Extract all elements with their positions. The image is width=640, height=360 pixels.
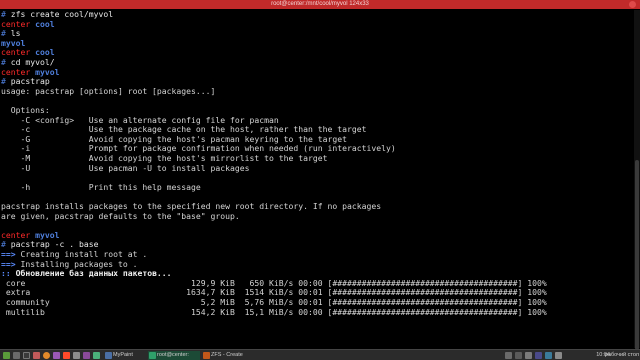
app-launcher-icon[interactable] [53, 352, 60, 359]
output-text: multilib 154,2 KiB 15,1 MiB/s 00:00 [###… [1, 306, 547, 317]
terminal-line: are given, pacstrap defaults to the "bas… [1, 210, 240, 222]
prompt-path: cool [35, 18, 55, 29]
task-label: root@center: [157, 352, 189, 358]
prompt-symbol: # [1, 57, 11, 67]
window-titlebar[interactable]: root@center:/mnt/cool/myvol 124x33 [0, 0, 640, 9]
arrow-marker: ==> [1, 249, 16, 259]
battery-icon[interactable] [525, 352, 532, 359]
output-text: -h Print this help message [1, 181, 201, 192]
output-text: Installing packages to . [15, 258, 138, 269]
terminal-launcher-icon[interactable] [23, 352, 30, 359]
network-icon[interactable] [505, 352, 512, 359]
prompt-path: myvol [35, 66, 60, 77]
browser-launcher-icon[interactable] [43, 352, 50, 359]
output-text: are given, pacstrap defaults to the "bas… [1, 210, 240, 221]
terminal-line: multilib 154,2 KiB 15,1 MiB/s 00:00 [###… [1, 306, 547, 318]
prompt-symbol: # [1, 76, 11, 87]
output-text: Creating install root at . [15, 249, 148, 259]
desktop-label[interactable]: рабочий стол [605, 350, 639, 360]
media-launcher-icon[interactable] [63, 352, 70, 359]
prompt-host: center [1, 18, 31, 29]
terminal-scrollbar[interactable] [634, 10, 640, 350]
output-text: Обновление баз данных пакетов... [10, 268, 172, 279]
terminal-icon [149, 352, 156, 359]
mypaint-icon [105, 352, 112, 359]
output-text: pacstrap installs packages to the specif… [1, 201, 382, 211]
prompt-host: center [1, 66, 31, 77]
arrow-marker: ==> [1, 258, 16, 269]
section-marker: :: [1, 268, 11, 279]
output-text: core 129,9 KiB 650 KiB/s 00:00 [########… [1, 277, 547, 288]
output-text: -C <config> Use an alternate config file… [1, 114, 279, 125]
scrollbar-thumb[interactable] [635, 160, 639, 350]
menu-icon[interactable] [3, 352, 10, 359]
command-text: pacstrap -c . base [10, 239, 99, 250]
keyboard-layout-icon[interactable] [535, 352, 542, 359]
prompt-symbol: # [1, 239, 11, 250]
output-text: -c Use the package cache on the host, ra… [1, 124, 367, 135]
settings-launcher-icon[interactable] [93, 352, 100, 359]
terminal-line: -h Print this help message [1, 181, 201, 193]
command-text: ls [10, 28, 21, 39]
prompt-path: cool [35, 47, 55, 58]
output-text: Options: [1, 105, 50, 115]
volume-icon[interactable] [515, 352, 522, 359]
files-launcher-icon[interactable] [33, 352, 40, 359]
chat-launcher-icon[interactable] [83, 352, 90, 359]
task-mypaint[interactable]: MyPaint [104, 351, 146, 360]
command-text: pacstrap [10, 76, 50, 87]
task-zfs-create[interactable]: ZFS - Create [202, 351, 250, 360]
terminal-output[interactable]: # zfs create cool/myvol center cool # ls my… [0, 10, 640, 348]
output-text: extra 1634,7 KiB 1514 KiB/s 00:01 [#####… [1, 287, 547, 298]
output-text: usage: pacstrap [options] root [packages… [1, 85, 216, 96]
task-terminal[interactable]: root@center: [148, 351, 200, 360]
window-title: root@center:/mnt/cool/myvol 124x33 [271, 1, 369, 7]
prompt-path: myvol [35, 229, 60, 240]
taskbar: MyPaint root@center: ZFS - Create 10:04 … [0, 349, 640, 360]
notifications-icon[interactable] [555, 352, 562, 359]
command-text: cd myvol/ [10, 57, 55, 67]
terminal-line: -U Use pacman -U to install packages [1, 162, 250, 174]
output-text: myvol [1, 37, 26, 48]
show-desktop-icon[interactable] [13, 352, 20, 359]
output-text: -U Use pacman -U to install packages [1, 162, 250, 173]
prompt-host: center [1, 47, 31, 58]
task-label: MyPaint [113, 352, 133, 358]
prompt-symbol: # [1, 28, 11, 39]
task-label: ZFS - Create [211, 352, 243, 358]
output-text: -i Prompt for package confirmation when … [1, 143, 396, 154]
browser-icon [203, 352, 210, 359]
prompt-host: center [1, 229, 31, 240]
terminal-line: usage: pacstrap [options] root [packages… [1, 85, 216, 97]
output-text: community 5,2 MiB 5,76 MiB/s 00:01 [####… [1, 297, 547, 307]
output-text: -G Avoid copying the host's pacman keyri… [1, 133, 347, 144]
output-text: -M Avoid copying the host's mirrorlist t… [1, 153, 328, 163]
tray-app-icon[interactable] [545, 352, 552, 359]
editor-launcher-icon[interactable] [73, 352, 80, 359]
